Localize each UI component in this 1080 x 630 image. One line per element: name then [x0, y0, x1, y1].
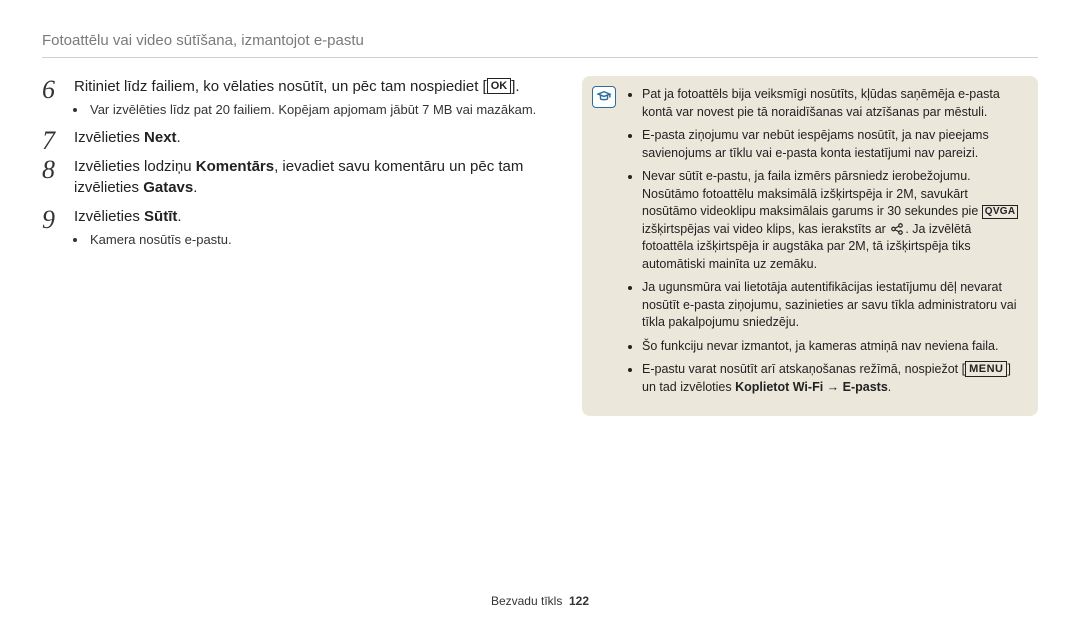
step-9-text-b: .	[177, 208, 181, 225]
qvga-icon: QVGA	[982, 205, 1019, 219]
note-1: Pat ja fotoattēls bija veiksmīgi nosūtīt…	[642, 86, 1022, 121]
note-5: Šo funkciju nevar izmantot, ja kameras a…	[642, 338, 1022, 356]
note-3-b: izšķirtspējas vai video klips, kas ierak…	[642, 222, 889, 236]
step-9-bullet: Kamera nosūtīs e-pastu.	[88, 231, 552, 249]
step-9: 9 Izvēlieties Sūtīt. Kamera nosūtīs e-pa…	[42, 206, 552, 249]
steps-column: 6 Ritiniet līdz failiem, ko vēlaties nos…	[42, 76, 552, 585]
note-icon	[592, 86, 616, 108]
note-6-bold: Koplietot Wi-Fi → E-pasts	[735, 380, 888, 394]
page-footer: Bezvadu tīkls 122	[42, 593, 1038, 610]
step-6-number: 6	[42, 72, 55, 108]
note-box: Pat ja fotoattēls bija veiksmīgi nosūtīt…	[582, 76, 1038, 416]
footer-section: Bezvadu tīkls	[491, 594, 562, 608]
note-2: E-pasta ziņojumu var nebūt iespējams nos…	[642, 127, 1022, 162]
share-icon	[890, 222, 904, 236]
ok-icon: OK	[487, 78, 512, 94]
step-8-bold-a: Komentārs	[196, 158, 274, 175]
content-columns: 6 Ritiniet līdz failiem, ko vēlaties nos…	[42, 76, 1038, 585]
step-7-bold: Next	[144, 129, 177, 146]
step-7: 7 Izvēlieties Next.	[42, 127, 552, 148]
step-7-text-b: .	[177, 129, 181, 146]
step-6-bullet: Var izvēlēties līdz pat 20 failiem. Kopē…	[88, 101, 552, 119]
step-8-number: 8	[42, 152, 55, 188]
step-8-text-c: .	[193, 179, 197, 196]
note-4: Ja ugunsmūra vai lietotāja autentifikāci…	[642, 279, 1022, 332]
step-7-text-a: Izvēlieties	[74, 129, 144, 146]
step-8-text-a: Izvēlieties lodziņu	[74, 158, 196, 175]
step-9-bold: Sūtīt	[144, 208, 177, 225]
step-9-number: 9	[42, 202, 55, 238]
menu-icon: MENU	[965, 361, 1007, 377]
note-3-a: Nevar sūtīt e-pastu, ja faila izmērs pār…	[642, 169, 982, 218]
step-6-text-a: Ritiniet līdz failiem, ko vēlaties nosūt…	[74, 78, 487, 95]
note-6-a: E-pastu varat nosūtīt arī atskaņošanas r…	[642, 362, 965, 376]
footer-page-number: 122	[569, 594, 589, 608]
step-9-text-a: Izvēlieties	[74, 208, 144, 225]
document-page: Fotoattēlu vai video sūtīšana, izmantojo…	[0, 0, 1080, 630]
note-3: Nevar sūtīt e-pastu, ja faila izmērs pār…	[642, 168, 1022, 273]
page-header: Fotoattēlu vai video sūtīšana, izmantojo…	[42, 30, 1038, 58]
step-6-text-b: ].	[511, 78, 519, 95]
step-6: 6 Ritiniet līdz failiem, ko vēlaties nos…	[42, 76, 552, 119]
notes-column: Pat ja fotoattēls bija veiksmīgi nosūtīt…	[582, 76, 1038, 585]
step-8-bold-b: Gatavs	[143, 179, 193, 196]
note-6-c: .	[888, 380, 891, 394]
step-8: 8 Izvēlieties lodziņu Komentārs, ievadie…	[42, 156, 552, 198]
note-6: E-pastu varat nosūtīt arī atskaņošanas r…	[642, 361, 1022, 396]
